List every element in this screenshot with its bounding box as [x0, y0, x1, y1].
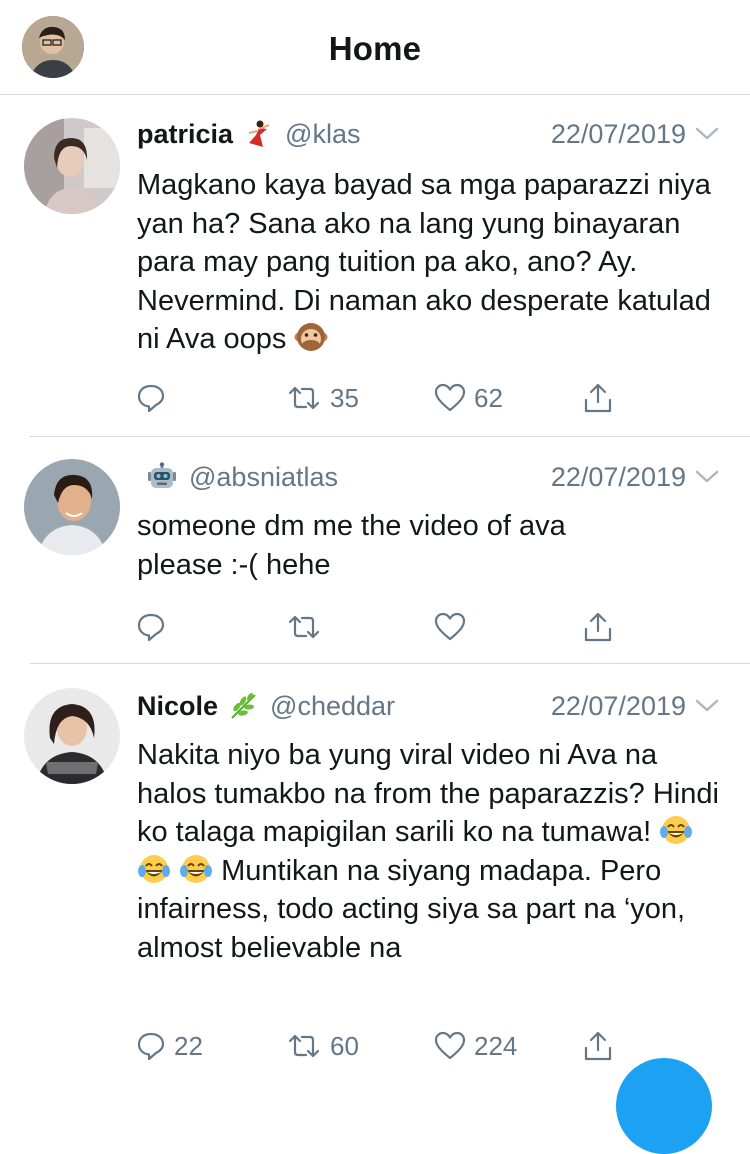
tweet-actions: 22 60 224: [0, 1026, 750, 1066]
tweet[interactable]: @absniatlas 22/07/2019 someone dm me the…: [0, 437, 750, 663]
tweet-header: @absniatlas 22/07/2019: [137, 457, 720, 497]
reply-icon: [136, 1031, 166, 1061]
reply-button[interactable]: [136, 607, 174, 647]
retweet-icon: [286, 384, 322, 412]
share-icon: [582, 1030, 614, 1062]
herb-emoji: [228, 691, 258, 721]
share-button[interactable]: [582, 1026, 614, 1066]
share-button[interactable]: [582, 607, 614, 647]
tweet-text: Nakita niyo ba yung viral video ni Ava n…: [137, 736, 724, 967]
heart-icon: [434, 383, 466, 413]
tweet[interactable]: Nicole @cheddar 22/07/2019 Nakita niyo b…: [0, 664, 750, 1082]
like-button[interactable]: 224: [434, 1026, 517, 1066]
tweet-date: 22/07/2019: [551, 691, 720, 722]
tears-of-joy-emoji: [137, 852, 171, 886]
chevron-down-icon[interactable]: [694, 126, 720, 142]
retweet-button[interactable]: [286, 607, 330, 647]
share-icon: [582, 382, 614, 414]
reply-button[interactable]: [136, 378, 174, 418]
heart-icon: [434, 1031, 466, 1061]
compose-tweet-button[interactable]: [616, 1058, 712, 1154]
chevron-down-icon[interactable]: [694, 469, 720, 485]
retweet-icon: [286, 613, 322, 641]
like-button[interactable]: 62: [434, 378, 503, 418]
top-bar: Home: [0, 0, 750, 95]
tweet-text: someone dm me the video of ava please :-…: [137, 510, 566, 581]
tears-of-joy-emoji: [659, 813, 693, 847]
like-count: 62: [474, 382, 503, 413]
retweet-button[interactable]: 35: [286, 378, 359, 418]
avatar[interactable]: [24, 459, 120, 555]
tweet-body: Magkano kaya bayad sa mga paparazzi niya…: [137, 169, 711, 355]
tweet-date: 22/07/2019: [551, 119, 720, 150]
tweet-actions: 35 62: [0, 378, 750, 418]
chevron-down-icon[interactable]: [694, 698, 720, 714]
speak-no-evil-monkey-emoji: [294, 320, 328, 354]
share-icon: [582, 611, 614, 643]
tweet-actions: [0, 607, 750, 647]
heart-icon: [434, 612, 466, 642]
user-handle[interactable]: @cheddar: [270, 691, 395, 722]
tweet-header: Nicole @cheddar 22/07/2019: [137, 686, 720, 726]
reply-icon: [136, 383, 166, 413]
user-handle[interactable]: @absniatlas: [189, 462, 338, 493]
reply-count: 22: [174, 1030, 203, 1061]
date-text: 22/07/2019: [550, 690, 686, 721]
date-text: 22/07/2019: [550, 461, 686, 492]
avatar[interactable]: [24, 118, 120, 214]
retweet-count: 60: [330, 1030, 359, 1061]
avatar[interactable]: [24, 688, 120, 784]
retweet-button[interactable]: 60: [286, 1026, 359, 1066]
tweet-header: patricia @klas 22/07/2019: [137, 114, 720, 154]
reply-button[interactable]: 22: [136, 1026, 203, 1066]
share-button[interactable]: [582, 378, 614, 418]
tweet-body-part-2: Muntikan na siyang madapa. Pero infairne…: [137, 854, 686, 964]
reply-icon: [136, 612, 166, 642]
tweet[interactable]: patricia @klas 22/07/2019 Magkano kaya b…: [0, 94, 750, 436]
user-handle[interactable]: @klas: [285, 119, 360, 150]
date-text: 22/07/2019: [550, 118, 686, 149]
tweet-body-part-1: Nakita niyo ba yung viral video ni Ava n…: [137, 739, 719, 848]
retweet-icon: [286, 1032, 322, 1060]
retweet-count: 35: [330, 382, 359, 413]
tears-of-joy-emoji: [179, 852, 213, 886]
page-title: Home: [328, 30, 422, 67]
display-name[interactable]: Nicole: [137, 691, 218, 722]
tweet-date: 22/07/2019: [551, 462, 720, 493]
like-button[interactable]: [434, 607, 474, 647]
dancer-emoji: [243, 119, 273, 149]
like-count: 224: [474, 1030, 518, 1061]
display-name[interactable]: patricia: [137, 119, 233, 150]
robot-emoji: [147, 462, 177, 492]
tweet-text: Magkano kaya bayad sa mga paparazzi niya…: [137, 166, 724, 359]
